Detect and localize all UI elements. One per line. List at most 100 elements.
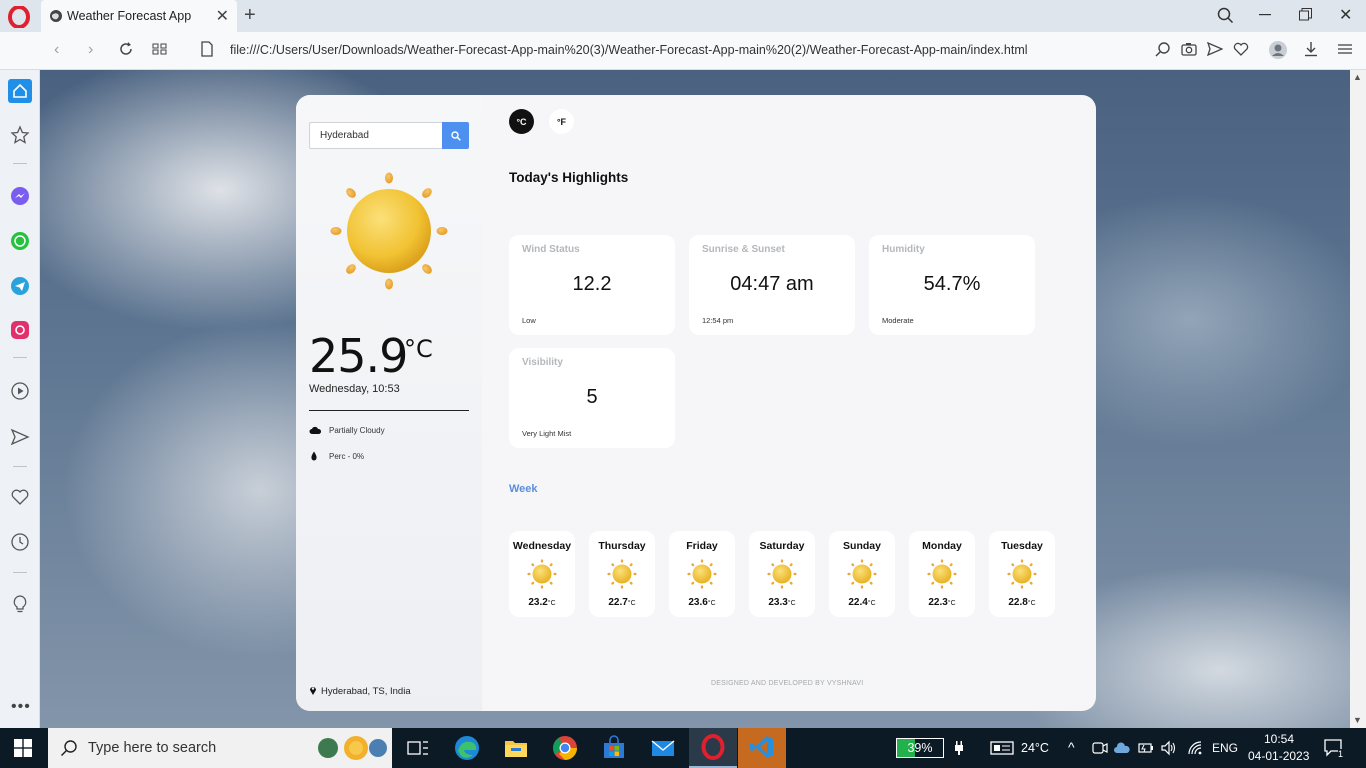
file-explorer-icon[interactable] <box>502 734 530 762</box>
heart-icon[interactable] <box>1233 41 1249 57</box>
day-temp-unit: °C <box>787 600 796 607</box>
chrome-icon[interactable] <box>551 734 579 762</box>
week-tab[interactable]: Week <box>509 483 538 495</box>
onedrive-cloud-icon[interactable] <box>1114 740 1130 756</box>
card-status: 12:54 pm <box>702 316 734 325</box>
water-drop-icon <box>311 451 317 461</box>
forward-icon[interactable]: › <box>88 41 93 59</box>
globe-icon <box>50 10 62 22</box>
telegram-icon[interactable] <box>10 276 30 296</box>
edge-icon[interactable] <box>453 734 481 762</box>
card-value: 04:47 am <box>730 273 814 295</box>
player-icon[interactable] <box>10 381 30 401</box>
card-value: 5 <box>586 386 598 408</box>
taskbar-search-box[interactable]: Type here to search <box>48 728 392 768</box>
weather-card: Hyderabad 25.9 °C Wednesday, 10:53 Parti… <box>296 95 1096 711</box>
location: Hyderabad, TS, India <box>309 685 411 697</box>
more-options-icon[interactable]: ••• <box>11 698 31 716</box>
instagram-icon[interactable] <box>10 320 30 340</box>
restore-icon[interactable] <box>1299 8 1312 21</box>
language-indicator[interactable]: ENG <box>1212 741 1238 755</box>
meet-now-icon[interactable] <box>1092 740 1108 756</box>
designer-credit: DESIGNED AND DEVELOPED BY VYSHNAVI <box>711 680 864 687</box>
vscode-taskbar-button[interactable] <box>738 728 786 768</box>
scroll-up-icon[interactable]: ▲ <box>1353 72 1362 82</box>
wifi-icon[interactable] <box>1187 740 1203 756</box>
search-page-icon[interactable] <box>1155 41 1171 57</box>
divider <box>309 410 469 411</box>
day-temperature: 22.7°C <box>589 597 655 608</box>
temperature-unit: °C <box>404 335 433 363</box>
power-plug-icon <box>955 741 963 755</box>
card-value: 12.2 <box>572 273 612 295</box>
speed-dial-star-icon[interactable] <box>10 125 30 145</box>
day-temp-unit: °C <box>867 600 876 607</box>
tips-lightbulb-icon[interactable] <box>10 594 30 614</box>
fahrenheit-toggle[interactable]: °F <box>549 109 574 134</box>
location-text: Hyderabad, TS, India <box>321 686 411 697</box>
humidity-card: Humidity 54.7% Moderate <box>869 235 1035 335</box>
sun-weather-icon <box>847 559 877 589</box>
notification-count-badge: 1 <box>1338 749 1344 759</box>
day-name: Saturday <box>759 540 805 552</box>
card-title: Wind Status <box>522 244 580 255</box>
opera-logo-icon[interactable] <box>8 6 30 28</box>
sun-weather-icon <box>687 559 717 589</box>
tab-title: Weather Forecast App <box>67 9 192 23</box>
task-view-icon[interactable] <box>404 734 432 762</box>
day-name: Tuesday <box>1001 540 1043 552</box>
browser-tab-bar: Weather Forecast App ✕ + ✕ <box>0 0 1366 32</box>
day-temp-unit: °C <box>707 600 716 607</box>
day-temperature: 23.2°C <box>509 597 575 608</box>
clock-date[interactable]: 04-01-2023 <box>1248 749 1309 763</box>
day-name: Thursday <box>598 540 646 552</box>
battery-tray-icon[interactable] <box>1138 740 1154 756</box>
battery-indicator[interactable]: 39% <box>896 738 944 758</box>
url-field[interactable]: file:///C:/Users/User/Downloads/Weather-… <box>230 43 1028 57</box>
history-clock-icon[interactable] <box>10 532 30 552</box>
search-highlights-icon[interactable] <box>314 734 388 762</box>
reload-icon[interactable] <box>118 41 134 57</box>
search-button[interactable] <box>442 122 469 149</box>
back-icon[interactable]: ‹ <box>54 41 59 59</box>
windows-start-icon[interactable] <box>14 739 32 757</box>
tab-close-icon[interactable]: ✕ <box>216 6 229 26</box>
search-icon <box>450 130 461 141</box>
day-name: Sunday <box>843 540 881 552</box>
weather-temperature-widget[interactable]: 24°C <box>1021 741 1049 755</box>
city-search-input[interactable]: Hyderabad <box>309 122 442 149</box>
scroll-down-icon[interactable]: ▼ <box>1353 715 1362 725</box>
my-flow-icon[interactable] <box>10 427 30 447</box>
home-icon[interactable] <box>8 79 32 103</box>
search-tabs-icon[interactable] <box>1217 7 1234 24</box>
news-widget-icon[interactable] <box>990 740 1014 756</box>
camera-icon[interactable] <box>1181 41 1197 57</box>
minimize-icon[interactable] <box>1259 14 1271 16</box>
celsius-toggle[interactable]: °C <box>509 109 534 134</box>
day-forecast-card: Friday 23.6°C <box>669 531 735 617</box>
bookmarks-heart-icon[interactable] <box>10 487 30 507</box>
search-icon <box>60 740 77 757</box>
condition-text: Partially Cloudy <box>329 426 385 435</box>
new-tab-icon[interactable]: + <box>244 4 256 27</box>
download-icon[interactable] <box>1303 41 1319 57</box>
card-status: Moderate <box>882 316 914 325</box>
whatsapp-icon[interactable] <box>10 231 30 251</box>
easy-setup-icon[interactable] <box>1337 41 1353 57</box>
sun-weather-icon <box>330 172 448 290</box>
tabs-grid-icon[interactable] <box>152 41 168 57</box>
clock-time[interactable]: 10:54 <box>1264 732 1294 746</box>
speaker-volume-icon[interactable] <box>1161 740 1177 756</box>
vscode-icon <box>750 736 773 758</box>
page-scrollbar[interactable]: ▲ ▼ <box>1350 70 1366 728</box>
messenger-icon[interactable] <box>10 186 30 206</box>
tab-weather-forecast[interactable]: Weather Forecast App ✕ <box>41 0 237 32</box>
close-window-icon[interactable]: ✕ <box>1339 5 1352 25</box>
send-icon[interactable] <box>1207 41 1223 57</box>
microsoft-store-icon[interactable] <box>600 734 628 762</box>
mail-icon[interactable] <box>649 734 677 762</box>
opera-taskbar-button[interactable] <box>689 728 737 768</box>
show-hidden-icons-chevron-icon[interactable]: ^ <box>1068 739 1075 755</box>
profile-icon[interactable] <box>1268 40 1288 60</box>
card-status: Low <box>522 316 536 325</box>
